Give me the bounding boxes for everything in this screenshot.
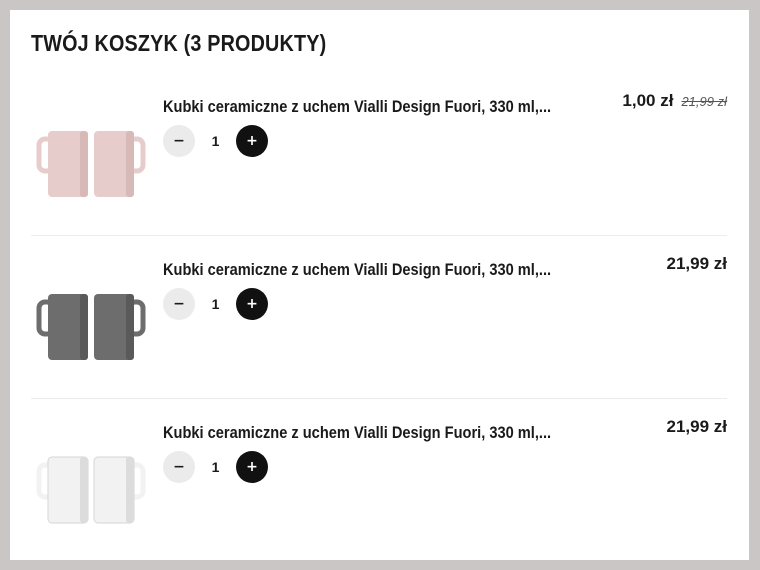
product-name-link[interactable]: Kubki ceramiczne z uchem Vialli Design F… — [163, 423, 551, 443]
cart-item: Kubki ceramiczne z uchem Vialli Design F… — [31, 248, 727, 398]
quantity-value: 1 — [211, 133, 220, 149]
current-price: 21,99 zł — [666, 417, 728, 436]
current-price: 1,00 zł — [622, 91, 674, 110]
quantity-stepper: − 1 + — [163, 125, 268, 157]
product-image[interactable] — [31, 248, 151, 398]
current-price: 21,99 zł — [666, 254, 728, 273]
quantity-stepper: − 1 + — [163, 288, 268, 320]
quantity-stepper: − 1 + — [163, 451, 268, 483]
increase-quantity-button[interactable]: + — [236, 125, 268, 157]
decrease-quantity-button[interactable]: − — [163, 288, 195, 320]
product-image[interactable] — [31, 411, 151, 561]
product-name-link[interactable]: Kubki ceramiczne z uchem Vialli Design F… — [163, 260, 551, 280]
mug-shade — [126, 294, 134, 360]
mug-shade — [126, 131, 134, 197]
quantity-value: 1 — [211, 296, 220, 312]
divider — [31, 235, 727, 236]
price-block: 1,00 zł 21,99 zł — [622, 91, 727, 111]
quantity-value: 1 — [211, 459, 220, 475]
mug-pair-image — [36, 456, 146, 524]
increase-quantity-button[interactable]: + — [236, 451, 268, 483]
mug-pair-image — [36, 294, 146, 360]
old-price: 21,99 zł — [681, 94, 727, 109]
divider — [31, 398, 727, 399]
product-name-link[interactable]: Kubki ceramiczne z uchem Vialli Design F… — [163, 97, 551, 117]
cart-item: Kubki ceramiczne z uchem Vialli Design F… — [31, 85, 727, 235]
mug-shade — [126, 457, 134, 523]
price-block: 21,99 zł — [667, 254, 728, 274]
cart-item: Kubki ceramiczne z uchem Vialli Design F… — [31, 411, 727, 561]
decrease-quantity-button[interactable]: − — [163, 451, 195, 483]
mug-shade — [80, 131, 88, 197]
price-block: 21,99 zł — [667, 417, 728, 437]
mug-pair-image — [36, 131, 146, 197]
cart-title: TWÓJ KOSZYK (3 PRODUKTY) — [31, 30, 327, 56]
decrease-quantity-button[interactable]: − — [163, 125, 195, 157]
mug-shade — [80, 457, 88, 523]
increase-quantity-button[interactable]: + — [236, 288, 268, 320]
product-image[interactable] — [31, 85, 151, 235]
mug-shade — [80, 294, 88, 360]
cart-panel: TWÓJ KOSZYK (3 PRODUKTY) Kubki ceramiczn… — [10, 10, 749, 560]
